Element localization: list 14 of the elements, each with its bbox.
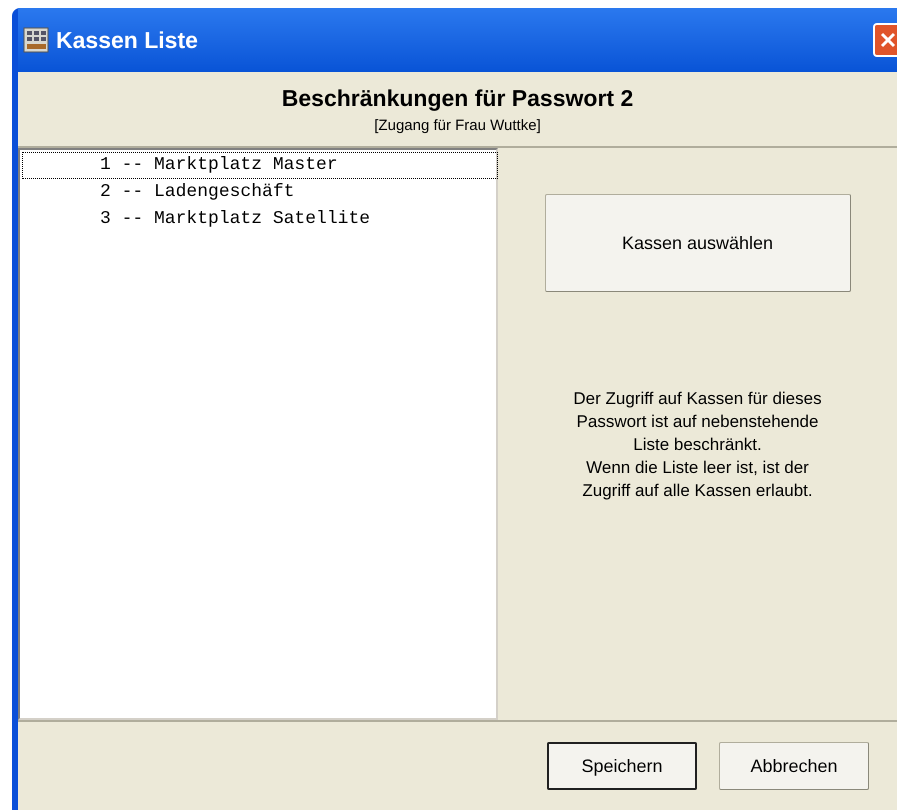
- close-button[interactable]: [873, 23, 897, 57]
- select-registers-button[interactable]: Kassen auswählen: [544, 194, 850, 292]
- window-title: Kassen Liste: [56, 26, 198, 55]
- dialog-button[interactable]: Speichern: [547, 742, 697, 790]
- close-icon: [879, 31, 897, 49]
- calculator-icon: [22, 26, 50, 54]
- list-item[interactable]: 1 -- Marktplatz Master: [22, 152, 498, 179]
- header-subtitle: [Zugang für Frau Wuttke]: [374, 116, 541, 136]
- list-item[interactable]: 2 -- Ladengeschäft: [22, 179, 498, 206]
- header-title: Beschränkungen für Passwort 2: [282, 84, 634, 113]
- dialog-button[interactable]: Abbrechen: [719, 742, 869, 790]
- info-text: Der Zugriff auf Kassen für dieses Passwort ist auf nebenstehende Liste beschränkt.: [572, 388, 823, 456]
- info-text: Wenn die Liste leer ist, ist der Zugriff auf alle Kassen erlaubt.: [581, 457, 814, 502]
- list-item[interactable]: 3 -- Marktplatz Satellite: [22, 206, 498, 233]
